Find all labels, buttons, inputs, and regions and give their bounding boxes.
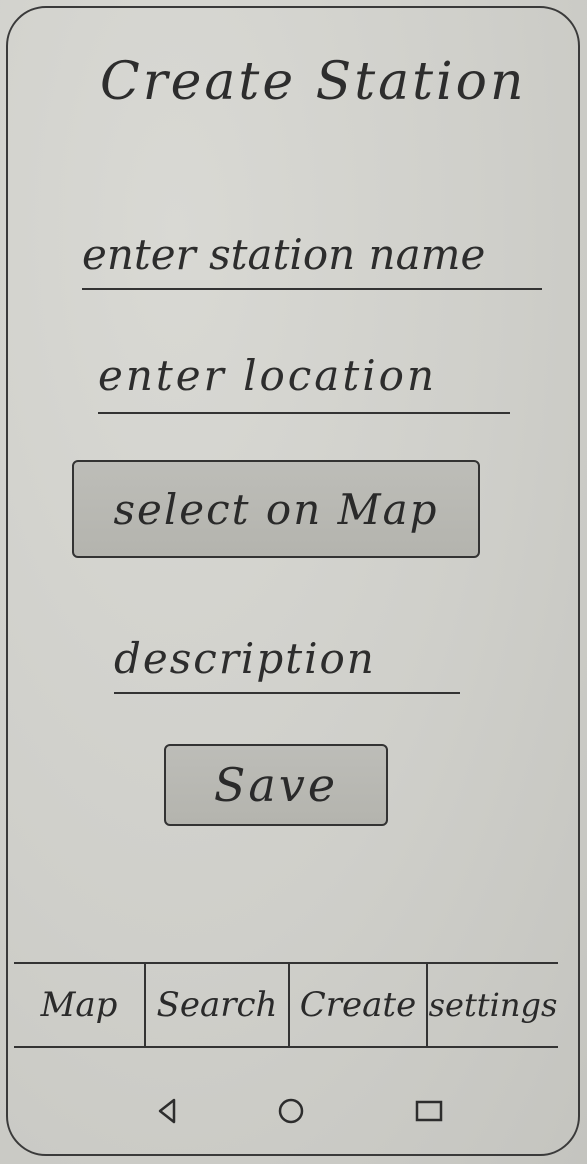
bottom-tab-bar: Map Search Create settings xyxy=(14,962,558,1048)
tab-map[interactable]: Map xyxy=(14,964,144,1046)
select-on-map-button[interactable]: select on Map xyxy=(72,460,480,558)
tab-settings[interactable]: settings xyxy=(426,964,558,1046)
save-button[interactable]: Save xyxy=(164,744,388,826)
description-input[interactable] xyxy=(114,624,460,694)
station-name-input[interactable] xyxy=(82,220,542,290)
back-icon[interactable] xyxy=(150,1094,184,1128)
page-title: Create Station xyxy=(100,52,527,112)
tab-search[interactable]: Search xyxy=(144,964,288,1046)
tab-create[interactable]: Create xyxy=(288,964,426,1046)
system-navigation-bar xyxy=(0,1078,587,1138)
home-icon[interactable] xyxy=(274,1094,308,1128)
recent-apps-icon[interactable] xyxy=(412,1094,446,1128)
location-input[interactable] xyxy=(98,338,510,414)
